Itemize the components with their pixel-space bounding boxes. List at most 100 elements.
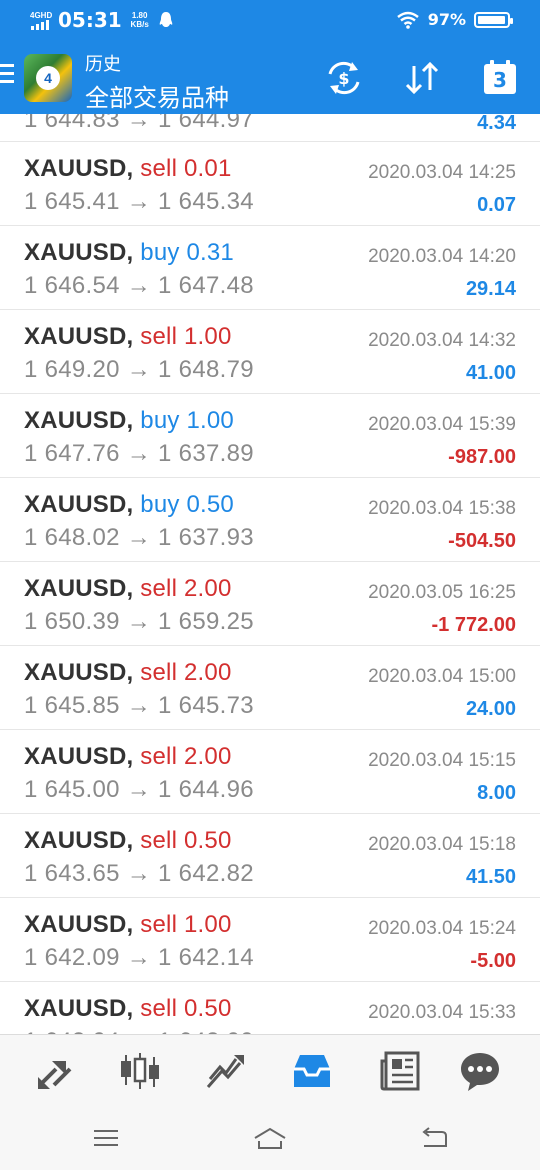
recent-apps-icon[interactable] <box>88 1124 124 1152</box>
trade-symbol: XAUUSD <box>24 743 127 770</box>
battery-percent: 97% <box>427 10 466 29</box>
sort-icon[interactable] <box>402 58 442 98</box>
chat-icon <box>461 1053 499 1091</box>
trade-time: 2020.03.04 15:00 <box>368 666 516 687</box>
trade-symbol-line: XAUUSD, sell 0.50 <box>24 827 232 855</box>
trade-row[interactable]: XAUUSD, sell 0.50 1 643.65 → 1 642.82 2020… <box>0 814 540 898</box>
trade-row-partial[interactable]: 1 644.83 → 1 644.97 4.34 <box>0 114 540 142</box>
trade-side: sell 1.00 <box>140 911 232 938</box>
trade-profit: 24.00 <box>465 698 516 720</box>
trade-symbol: XAUUSD <box>24 575 127 602</box>
trade-time: 2020.03.04 15:15 <box>368 750 516 771</box>
symbol-separator: , <box>126 155 141 182</box>
trade-symbol: XAUUSD <box>24 995 127 1022</box>
chat-tab[interactable] <box>458 1049 502 1093</box>
trade-row[interactable]: XAUUSD, sell 2.00 1 645.85 → 1 645.73 2020… <box>0 646 540 730</box>
trade-profit: 41.00 <box>465 362 516 384</box>
chart-tab[interactable] <box>118 1049 162 1093</box>
app-bar: 4 历史 全部交易品种 $ 3 <box>0 42 540 114</box>
trade-row[interactable]: XAUUSD, sell 0.01 1 645.41 → 1 645.34 2020… <box>0 142 540 226</box>
symbol-separator: , <box>126 743 141 770</box>
trade-prices: 1 645.85 → 1 645.73 <box>24 692 254 719</box>
trade-prices: 1 648.02 → 1 637.93 <box>24 524 254 551</box>
home-icon[interactable] <box>252 1124 288 1152</box>
qq-notification-icon <box>159 12 172 27</box>
newspaper-icon <box>380 1051 420 1091</box>
symbol-separator: , <box>126 659 141 686</box>
trade-symbol: XAUUSD <box>24 155 127 182</box>
trade-time: 2020.03.04 15:33 <box>368 1002 516 1023</box>
menu-icon-line <box>0 64 14 67</box>
symbol-separator: , <box>126 911 141 938</box>
page-title[interactable]: 全部交易品种 <box>85 78 229 113</box>
trade-prices: 1 647.76 → 1 637.89 <box>24 440 254 467</box>
history-tab[interactable] <box>290 1049 334 1093</box>
page-subtitle: 历史 <box>85 54 121 75</box>
trade-row[interactable]: XAUUSD, sell 2.00 1 645.00 → 1 644.96 2020… <box>0 730 540 814</box>
svg-text:$: $ <box>338 69 349 88</box>
trade-tab[interactable] <box>204 1049 248 1093</box>
trade-row[interactable]: XAUUSD, sell 1.00 1 642.09 → 1 642.14 2020… <box>0 898 540 982</box>
trade-profit: 8.00 <box>477 782 516 804</box>
trade-profit: 4.34 <box>477 114 516 134</box>
trade-side: sell 2.00 <box>140 575 232 602</box>
calendar-day: 3 <box>493 68 507 92</box>
trade-symbol: XAUUSD <box>24 659 127 686</box>
symbol-separator: , <box>126 323 141 350</box>
currency-exchange-icon[interactable]: $ <box>324 58 364 98</box>
trade-symbol: XAUUSD <box>24 407 127 434</box>
menu-button[interactable] <box>0 64 16 90</box>
trade-time: 2020.03.04 15:39 <box>368 414 516 435</box>
speed-value: 1.80 <box>131 11 148 20</box>
symbol-separator: , <box>126 995 141 1022</box>
quotes-tab[interactable] <box>34 1049 78 1093</box>
trade-side: buy 0.31 <box>140 239 234 266</box>
speed-unit: KB/s <box>130 20 149 29</box>
clock: 05:31 <box>58 8 122 32</box>
network-type: 4GHD <box>30 10 53 20</box>
trade-symbol: XAUUSD <box>24 827 127 854</box>
trade-row[interactable]: XAUUSD, buy 1.00 1 647.76 → 1 637.89 2020.… <box>0 394 540 478</box>
symbol-separator: , <box>126 575 141 602</box>
trade-side: buy 1.00 <box>140 407 234 434</box>
trade-side: buy 0.50 <box>140 491 234 518</box>
status-right: 97% <box>396 10 513 29</box>
trade-symbol-line: XAUUSD, buy 0.31 <box>24 239 234 267</box>
news-tab[interactable] <box>378 1049 422 1093</box>
back-icon[interactable] <box>416 1124 452 1152</box>
trade-time: 2020.03.05 16:25 <box>368 582 516 603</box>
symbol-separator: , <box>126 491 141 518</box>
trade-symbol: XAUUSD <box>24 911 127 938</box>
trade-prices: 1 649.20 → 1 648.79 <box>24 356 254 383</box>
trade-symbol-line: XAUUSD, buy 0.50 <box>24 491 234 519</box>
trade-row[interactable]: XAUUSD, buy 0.50 1 648.02 → 1 637.93 2020.… <box>0 478 540 562</box>
trade-history-list[interactable]: 1 644.83 → 1 644.97 4.34 XAUUSD, sell 0.… <box>0 114 540 1034</box>
trade-row[interactable]: XAUUSD, sell 0.501 642.04 → 1 642.002020… <box>0 982 540 1034</box>
trade-row[interactable]: XAUUSD, buy 0.31 1 646.54 → 1 647.48 2020.… <box>0 226 540 310</box>
trade-row[interactable]: XAUUSD, sell 1.00 1 649.20 → 1 648.79 2020… <box>0 310 540 394</box>
trade-profit: -5.00 <box>470 950 516 972</box>
trade-symbol-line: XAUUSD, sell 0.01 <box>24 155 232 183</box>
trade-symbol-line: XAUUSD, sell 1.00 <box>24 911 232 939</box>
menu-icon-line <box>0 80 14 83</box>
trade-side: sell 0.01 <box>140 155 232 182</box>
trade-profit: 29.14 <box>465 278 516 300</box>
battery-level <box>478 15 506 24</box>
trade-symbol-line: XAUUSD, sell 2.00 <box>24 743 232 771</box>
calendar-button[interactable]: 3 <box>480 58 520 98</box>
trade-prices: 1 642.09 → 1 642.14 <box>24 944 254 971</box>
trade-prices: 1 650.39 → 1 659.25 <box>24 608 254 635</box>
trade-prices: 1 646.54 → 1 647.48 <box>24 272 254 299</box>
trade-symbol-line: XAUUSD, sell 0.50 <box>24 995 232 1023</box>
logo-mark: 4 <box>36 66 60 90</box>
trade-rows: XAUUSD, sell 0.01 1 645.41 → 1 645.34 2020… <box>0 142 540 1034</box>
trade-symbol-line: XAUUSD, sell 2.00 <box>24 659 232 687</box>
signal-indicator: 4GHD <box>30 11 52 30</box>
symbol-separator: , <box>126 239 141 266</box>
bottom-navigation <box>0 1034 540 1106</box>
trade-symbol-line: XAUUSD, buy 1.00 <box>24 407 234 435</box>
trade-row[interactable]: XAUUSD, sell 2.00 1 650.39 → 1 659.25 2020… <box>0 562 540 646</box>
symbol-separator: , <box>126 827 141 854</box>
system-nav-bar <box>0 1106 540 1170</box>
trade-time: 2020.03.04 15:24 <box>368 918 516 939</box>
